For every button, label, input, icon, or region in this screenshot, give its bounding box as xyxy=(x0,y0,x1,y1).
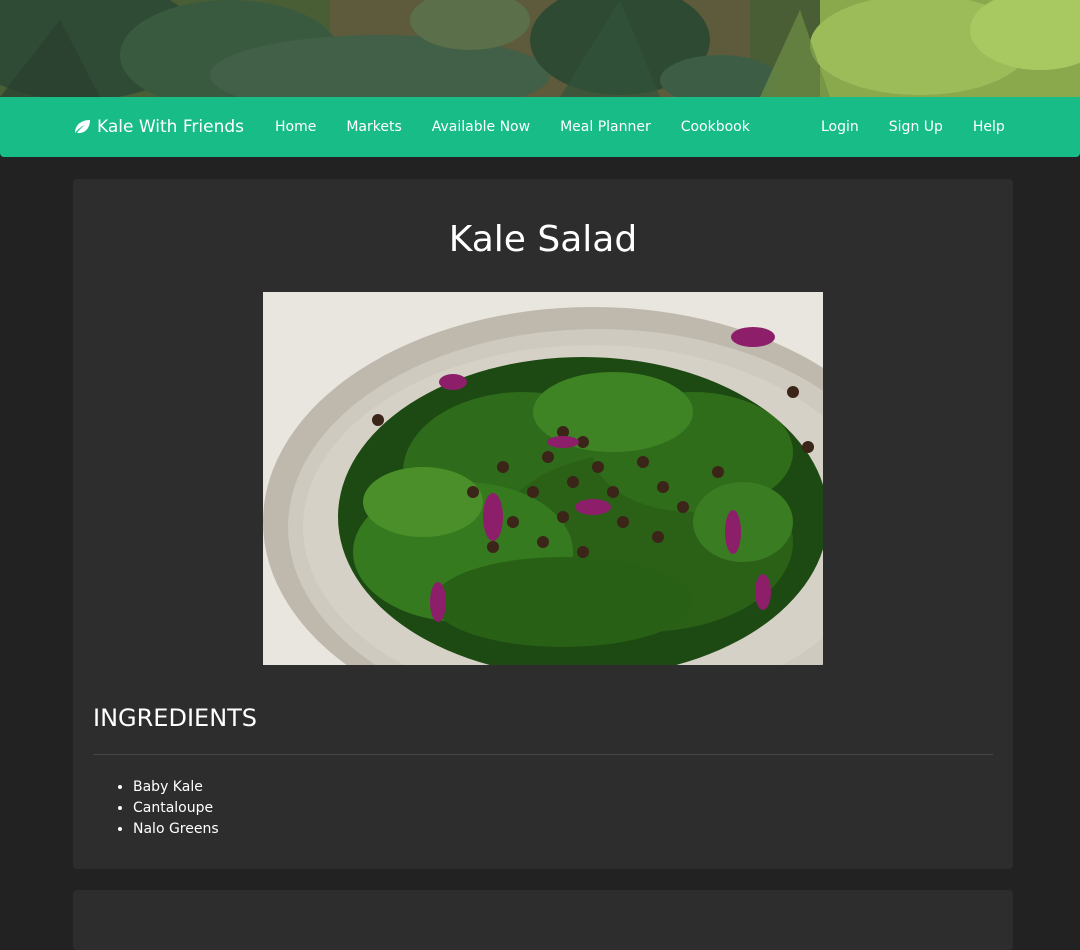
nav-cookbook[interactable]: Cookbook xyxy=(666,119,765,135)
account-nav: Login Sign Up Help xyxy=(806,97,1020,157)
leaf-icon xyxy=(73,119,91,135)
section-divider xyxy=(93,754,993,755)
nav-meal-planner[interactable]: Meal Planner xyxy=(545,119,666,135)
primary-nav: Home Markets Available Now Meal Planner … xyxy=(260,97,765,157)
brand-name: Kale With Friends xyxy=(97,117,244,137)
recipe-title: Kale Salad xyxy=(448,219,638,260)
nav-home[interactable]: Home xyxy=(260,119,331,135)
recipe-photo xyxy=(263,292,823,665)
nav-markets[interactable]: Markets xyxy=(331,119,416,135)
ingredient-list: Baby Kale Cantaloupe Nalo Greens xyxy=(93,777,219,840)
recipe-card: Kale Salad INGREDIENTS • Baby Kale • Can… xyxy=(73,179,1013,869)
ingredient-item: Baby Kale xyxy=(133,777,219,798)
ingredient-item: Cantaloupe xyxy=(133,798,219,819)
ingredients-heading: INGREDIENTS xyxy=(93,704,258,732)
main-navbar: Kale With Friends Home Markets Available… xyxy=(0,97,1080,157)
nav-sign-up[interactable]: Sign Up xyxy=(874,119,958,135)
nav-login[interactable]: Login xyxy=(806,119,874,135)
nav-available-now[interactable]: Available Now xyxy=(417,119,545,135)
brand-link[interactable]: Kale With Friends xyxy=(73,97,244,157)
nav-help[interactable]: Help xyxy=(958,119,1020,135)
next-card xyxy=(73,890,1013,950)
ingredient-item: Nalo Greens xyxy=(133,819,219,840)
hero-banner-image xyxy=(0,0,1080,97)
